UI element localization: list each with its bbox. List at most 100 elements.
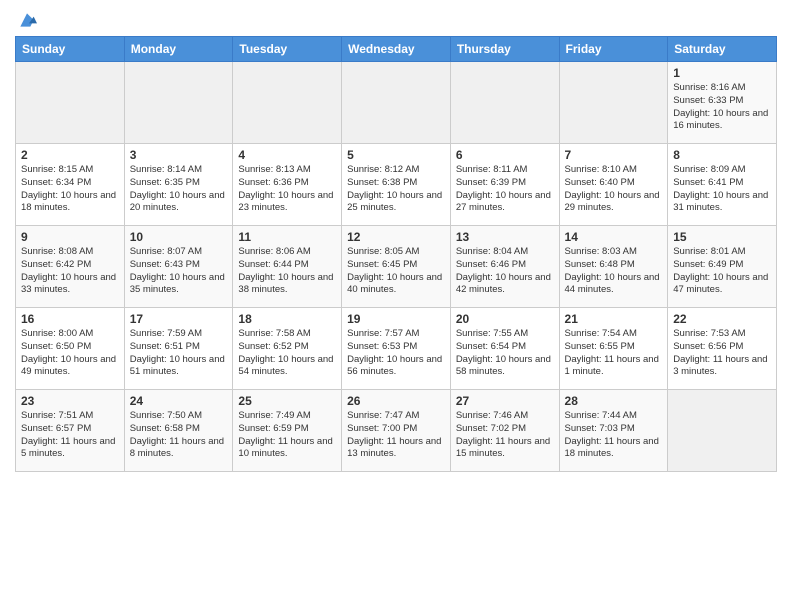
- day-cell: 18 Sunrise: 7:58 AM Sunset: 6:52 PM Dayli…: [233, 308, 342, 390]
- day-info: Sunrise: 8:10 AM Sunset: 6:40 PM Dayligh…: [565, 164, 663, 215]
- logo: [15, 10, 37, 30]
- day-number: 26: [347, 394, 445, 408]
- day-cell: 2 Sunrise: 8:15 AM Sunset: 6:34 PM Daylig…: [16, 144, 125, 226]
- day-cell: 25 Sunrise: 7:49 AM Sunset: 6:59 PM Dayli…: [233, 390, 342, 472]
- day-cell: 15 Sunrise: 8:01 AM Sunset: 6:49 PM Dayli…: [668, 226, 777, 308]
- day-info: Sunrise: 8:06 AM Sunset: 6:44 PM Dayligh…: [238, 246, 336, 297]
- day-number: 19: [347, 312, 445, 326]
- day-cell: 5Sunrise: 8:12 AM Sunset: 6:38 PM Daylig…: [342, 144, 451, 226]
- day-number: 10: [130, 230, 228, 244]
- day-cell: 4 Sunrise: 8:13 AM Sunset: 6:36 PM Daylig…: [233, 144, 342, 226]
- day-info: Sunrise: 8:09 AM Sunset: 6:41 PM Dayligh…: [673, 164, 771, 215]
- day-number: 21: [565, 312, 663, 326]
- day-number: 11: [238, 230, 336, 244]
- day-number: 20: [456, 312, 554, 326]
- day-number: 14: [565, 230, 663, 244]
- day-info: Sunrise: 8:12 AM Sunset: 6:38 PM Dayligh…: [347, 164, 445, 215]
- day-info: Sunrise: 7:57 AM Sunset: 6:53 PM Dayligh…: [347, 328, 445, 379]
- day-cell: [342, 62, 451, 144]
- day-cell: 19 Sunrise: 7:57 AM Sunset: 6:53 PM Dayli…: [342, 308, 451, 390]
- day-number: 18: [238, 312, 336, 326]
- dow-header-friday: Friday: [559, 37, 668, 62]
- day-cell: [16, 62, 125, 144]
- day-cell: 10 Sunrise: 8:07 AM Sunset: 6:43 PM Dayli…: [124, 226, 233, 308]
- day-info: Sunrise: 7:46 AM Sunset: 7:02 PM Dayligh…: [456, 410, 554, 461]
- day-number: 17: [130, 312, 228, 326]
- day-number: 27: [456, 394, 554, 408]
- day-cell: 17 Sunrise: 7:59 AM Sunset: 6:51 PM Dayli…: [124, 308, 233, 390]
- day-number: 9: [21, 230, 119, 244]
- day-info: Sunrise: 7:50 AM Sunset: 6:58 PM Dayligh…: [130, 410, 228, 461]
- day-cell: [124, 62, 233, 144]
- day-info: Sunrise: 8:08 AM Sunset: 6:42 PM Dayligh…: [21, 246, 119, 297]
- page-container: SundayMondayTuesdayWednesdayThursdayFrid…: [0, 0, 792, 482]
- day-info: Sunrise: 7:44 AM Sunset: 7:03 PM Dayligh…: [565, 410, 663, 461]
- day-info: Sunrise: 8:13 AM Sunset: 6:36 PM Dayligh…: [238, 164, 336, 215]
- day-info: Sunrise: 8:15 AM Sunset: 6:34 PM Dayligh…: [21, 164, 119, 215]
- day-cell: 23 Sunrise: 7:51 AM Sunset: 6:57 PM Dayli…: [16, 390, 125, 472]
- day-info: Sunrise: 7:47 AM Sunset: 7:00 PM Dayligh…: [347, 410, 445, 461]
- day-cell: 16 Sunrise: 8:00 AM Sunset: 6:50 PM Dayli…: [16, 308, 125, 390]
- day-cell: 27 Sunrise: 7:46 AM Sunset: 7:02 PM Dayli…: [450, 390, 559, 472]
- dow-header-tuesday: Tuesday: [233, 37, 342, 62]
- day-info: Sunrise: 7:55 AM Sunset: 6:54 PM Dayligh…: [456, 328, 554, 379]
- day-number: 23: [21, 394, 119, 408]
- day-info: Sunrise: 8:00 AM Sunset: 6:50 PM Dayligh…: [21, 328, 119, 379]
- day-cell: 9 Sunrise: 8:08 AM Sunset: 6:42 PM Daylig…: [16, 226, 125, 308]
- dow-header-wednesday: Wednesday: [342, 37, 451, 62]
- dow-header-monday: Monday: [124, 37, 233, 62]
- day-cell: 22Sunrise: 7:53 AM Sunset: 6:56 PM Dayli…: [668, 308, 777, 390]
- calendar: SundayMondayTuesdayWednesdayThursdayFrid…: [15, 36, 777, 472]
- day-number: 15: [673, 230, 771, 244]
- day-cell: [668, 390, 777, 472]
- day-cell: 13 Sunrise: 8:04 AM Sunset: 6:46 PM Dayli…: [450, 226, 559, 308]
- day-cell: 24 Sunrise: 7:50 AM Sunset: 6:58 PM Dayli…: [124, 390, 233, 472]
- day-number: 12: [347, 230, 445, 244]
- day-info: Sunrise: 8:04 AM Sunset: 6:46 PM Dayligh…: [456, 246, 554, 297]
- day-cell: 26 Sunrise: 7:47 AM Sunset: 7:00 PM Dayli…: [342, 390, 451, 472]
- day-cell: 1 Sunrise: 8:16 AM Sunset: 6:33 PM Daylig…: [668, 62, 777, 144]
- day-cell: 20 Sunrise: 7:55 AM Sunset: 6:54 PM Dayli…: [450, 308, 559, 390]
- dow-header-saturday: Saturday: [668, 37, 777, 62]
- week-row-2: 9 Sunrise: 8:08 AM Sunset: 6:42 PM Daylig…: [16, 226, 777, 308]
- day-cell: 6 Sunrise: 8:11 AM Sunset: 6:39 PM Daylig…: [450, 144, 559, 226]
- day-number: 13: [456, 230, 554, 244]
- day-info: Sunrise: 8:05 AM Sunset: 6:45 PM Dayligh…: [347, 246, 445, 297]
- day-cell: 14 Sunrise: 8:03 AM Sunset: 6:48 PM Dayli…: [559, 226, 668, 308]
- week-row-0: 1 Sunrise: 8:16 AM Sunset: 6:33 PM Daylig…: [16, 62, 777, 144]
- day-info: Sunrise: 8:16 AM Sunset: 6:33 PM Dayligh…: [673, 82, 771, 133]
- day-cell: 28 Sunrise: 7:44 AM Sunset: 7:03 PM Dayli…: [559, 390, 668, 472]
- day-cell: [233, 62, 342, 144]
- day-info: Sunrise: 8:03 AM Sunset: 6:48 PM Dayligh…: [565, 246, 663, 297]
- day-cell: [559, 62, 668, 144]
- day-info: Sunrise: 7:49 AM Sunset: 6:59 PM Dayligh…: [238, 410, 336, 461]
- day-info: Sunrise: 7:59 AM Sunset: 6:51 PM Dayligh…: [130, 328, 228, 379]
- week-row-3: 16 Sunrise: 8:00 AM Sunset: 6:50 PM Dayli…: [16, 308, 777, 390]
- day-number: 1: [673, 66, 771, 80]
- day-info: Sunrise: 8:11 AM Sunset: 6:39 PM Dayligh…: [456, 164, 554, 215]
- day-info: Sunrise: 8:14 AM Sunset: 6:35 PM Dayligh…: [130, 164, 228, 215]
- day-info: Sunrise: 7:51 AM Sunset: 6:57 PM Dayligh…: [21, 410, 119, 461]
- day-cell: 8 Sunrise: 8:09 AM Sunset: 6:41 PM Daylig…: [668, 144, 777, 226]
- day-number: 25: [238, 394, 336, 408]
- day-of-week-row: SundayMondayTuesdayWednesdayThursdayFrid…: [16, 37, 777, 62]
- day-number: 16: [21, 312, 119, 326]
- header: [15, 10, 777, 30]
- day-info: Sunrise: 8:01 AM Sunset: 6:49 PM Dayligh…: [673, 246, 771, 297]
- day-cell: [450, 62, 559, 144]
- day-number: 2: [21, 148, 119, 162]
- week-row-1: 2 Sunrise: 8:15 AM Sunset: 6:34 PM Daylig…: [16, 144, 777, 226]
- day-number: 6: [456, 148, 554, 162]
- day-info: Sunrise: 7:53 AM Sunset: 6:56 PM Dayligh…: [673, 328, 771, 379]
- day-cell: 21 Sunrise: 7:54 AM Sunset: 6:55 PM Dayli…: [559, 308, 668, 390]
- day-number: 4: [238, 148, 336, 162]
- day-cell: 11 Sunrise: 8:06 AM Sunset: 6:44 PM Dayli…: [233, 226, 342, 308]
- day-info: Sunrise: 8:07 AM Sunset: 6:43 PM Dayligh…: [130, 246, 228, 297]
- day-number: 8: [673, 148, 771, 162]
- day-cell: 7Sunrise: 8:10 AM Sunset: 6:40 PM Daylig…: [559, 144, 668, 226]
- day-cell: 12 Sunrise: 8:05 AM Sunset: 6:45 PM Dayli…: [342, 226, 451, 308]
- day-number: 28: [565, 394, 663, 408]
- day-info: Sunrise: 7:54 AM Sunset: 6:55 PM Dayligh…: [565, 328, 663, 379]
- day-number: 24: [130, 394, 228, 408]
- day-info: Sunrise: 7:58 AM Sunset: 6:52 PM Dayligh…: [238, 328, 336, 379]
